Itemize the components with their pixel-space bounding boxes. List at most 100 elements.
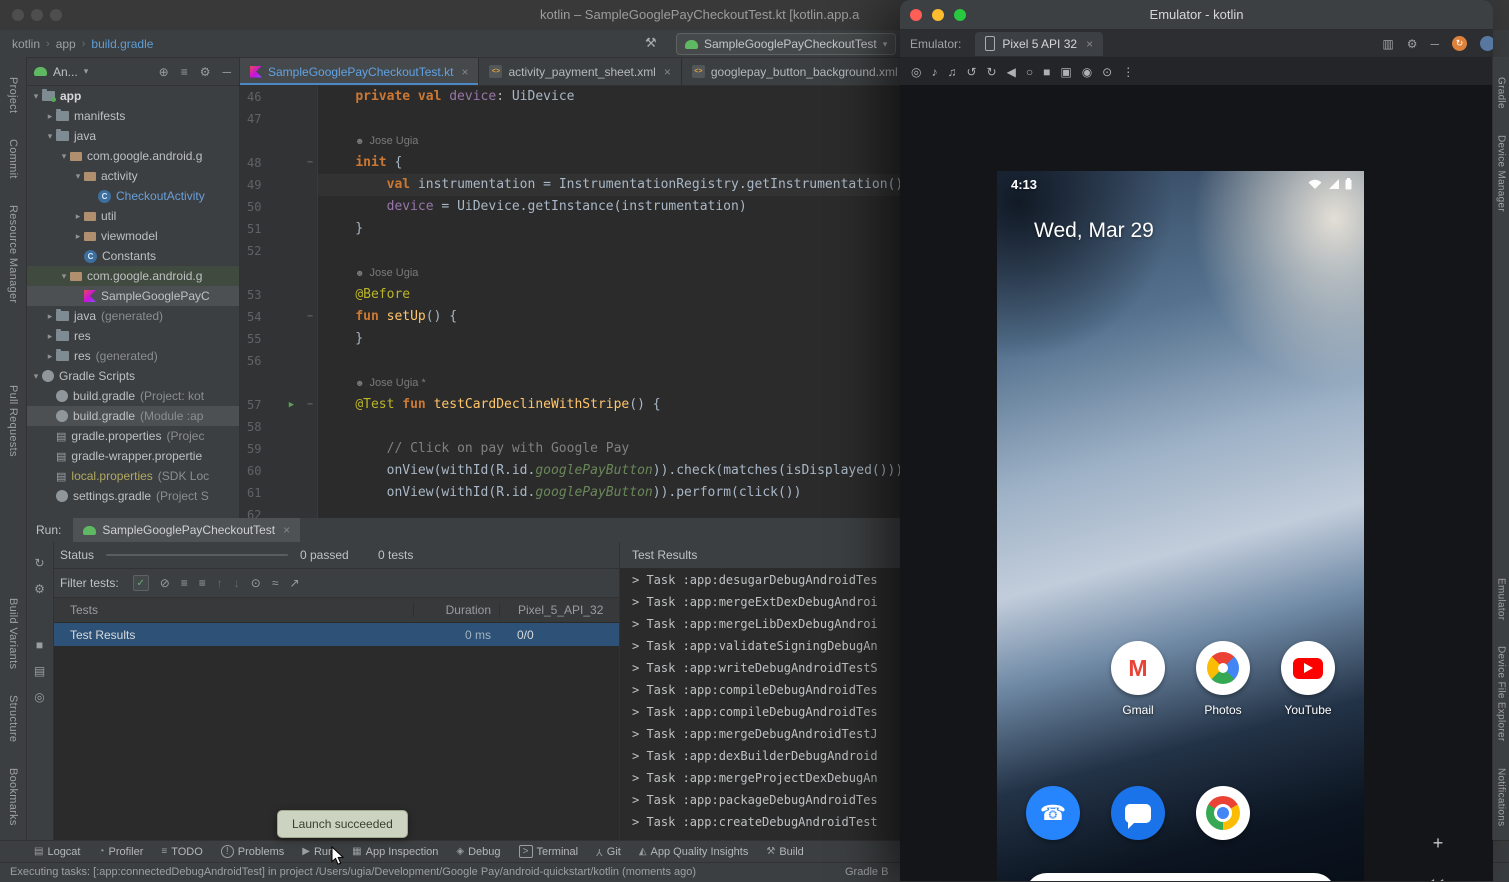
up-icon[interactable]: ↑ bbox=[217, 576, 223, 590]
device-tab[interactable]: Pixel 5 API 32 × bbox=[975, 32, 1103, 56]
tree-item[interactable]: ▤local.properties(SDK Loc bbox=[26, 466, 239, 486]
app-shortcut-youtube[interactable] bbox=[1281, 641, 1335, 695]
tree-item[interactable]: ▾java bbox=[26, 126, 239, 146]
tree-item[interactable]: ▸res(generated) bbox=[26, 346, 239, 366]
search-icon[interactable]: ⊙ bbox=[251, 576, 261, 590]
dock-chrome-shortcut[interactable] bbox=[1196, 786, 1250, 840]
fold-icon[interactable]: − bbox=[303, 394, 317, 416]
tree-item[interactable]: CCheckoutActivity bbox=[26, 186, 239, 206]
check-icon[interactable]: ✓ bbox=[133, 575, 149, 591]
volume-down-icon[interactable]: ♫ bbox=[947, 65, 956, 79]
tree-item[interactable]: ▤gradle.properties(Projec bbox=[26, 426, 239, 446]
more-icon[interactable]: ⋮ bbox=[1122, 65, 1134, 79]
tool-button-structure[interactable]: Structure bbox=[7, 695, 19, 742]
tool-button-commit[interactable]: Commit bbox=[7, 139, 19, 179]
close-icon[interactable]: × bbox=[461, 65, 468, 79]
panel-icon[interactable]: ▥ bbox=[1382, 37, 1393, 51]
tree-item[interactable]: ▾Gradle Scripts bbox=[26, 366, 239, 386]
app-shortcut-gmail[interactable]: M bbox=[1111, 641, 1165, 695]
tree-item[interactable]: ▸manifests bbox=[26, 106, 239, 126]
breadcrumb-item[interactable]: app bbox=[56, 37, 76, 51]
rotate-left-icon[interactable]: ↺ bbox=[966, 65, 976, 79]
export-icon[interactable]: ↗ bbox=[289, 576, 299, 590]
tool-button-build-variants[interactable]: Build Variants bbox=[7, 598, 19, 669]
tool-button-emulator[interactable]: Emulator bbox=[1496, 578, 1507, 620]
tree-item[interactable]: ▸util bbox=[26, 206, 239, 226]
target-icon[interactable]: ⊕ bbox=[159, 65, 169, 79]
tool-button-app-quality-insights[interactable]: ◭App Quality Insights bbox=[639, 846, 749, 858]
test-result-row[interactable]: Test Results0 ms0/0 bbox=[54, 623, 619, 646]
column-header[interactable]: Duration bbox=[413, 603, 499, 617]
tree-item[interactable]: ▾activity bbox=[26, 166, 239, 186]
tree-item[interactable]: ▾com.google.android.g bbox=[26, 266, 239, 286]
tool-button-build[interactable]: ⚒Build bbox=[766, 846, 803, 858]
editor-tab[interactable]: <>activity_payment_sheet.xml× bbox=[479, 58, 681, 85]
camera-icon[interactable]: ◉ bbox=[1082, 65, 1092, 79]
column-header[interactable]: Tests bbox=[54, 603, 413, 617]
tool-button-profiler[interactable]: ◔Profiler bbox=[98, 846, 143, 858]
chevron-icon[interactable]: ▸ bbox=[44, 351, 56, 362]
tree-item[interactable]: ▸java(generated) bbox=[26, 306, 239, 326]
app-shortcut-photos[interactable] bbox=[1196, 641, 1250, 695]
chevron-icon[interactable]: ▾ bbox=[44, 131, 56, 142]
fold-icon[interactable]: − bbox=[303, 306, 317, 328]
tree-item[interactable]: ▤gradle-wrapper.propertie bbox=[26, 446, 239, 466]
dock-phone-shortcut[interactable]: ☎ bbox=[1026, 786, 1080, 840]
tool-button-debug[interactable]: ◈Debug bbox=[456, 846, 500, 858]
close-icon[interactable]: × bbox=[664, 65, 671, 79]
tree-item[interactable]: CConstants bbox=[26, 246, 239, 266]
tool-button-run[interactable]: ▶Run bbox=[302, 846, 334, 858]
volume-up-icon[interactable]: ♪ bbox=[931, 65, 937, 79]
phone-screen[interactable]: 4:13 Wed, Mar 29 MGmailPhotosYouTube ☎ G bbox=[997, 171, 1364, 881]
tree-item[interactable]: ▸res bbox=[26, 326, 239, 346]
chart-icon[interactable]: ≈ bbox=[272, 576, 279, 590]
tool-button-gradle[interactable]: Gradle bbox=[1496, 77, 1507, 109]
tool-button-app-inspection[interactable]: ▦App Inspection bbox=[352, 846, 438, 858]
chevron-icon[interactable]: ▸ bbox=[72, 231, 84, 242]
tree-item[interactable]: build.gradle(Project: kot bbox=[26, 386, 239, 406]
chevron-icon[interactable]: ▾ bbox=[58, 271, 70, 282]
chevron-icon[interactable]: ▾ bbox=[30, 371, 42, 382]
chevron-icon[interactable]: ▸ bbox=[44, 311, 56, 322]
close-window-icon[interactable] bbox=[12, 9, 24, 21]
tool-button-problems[interactable]: !Problems bbox=[221, 845, 284, 858]
tool-button-resource-manager[interactable]: Resource Manager bbox=[7, 205, 19, 303]
chevron-icon[interactable]: ▾ bbox=[58, 151, 70, 162]
breadcrumb-item[interactable]: kotlin bbox=[12, 37, 40, 51]
tool-button-logcat[interactable]: ▤Logcat bbox=[34, 846, 80, 858]
rotate-right-icon[interactable]: ↻ bbox=[987, 65, 997, 79]
ignore-icon[interactable]: ⊘ bbox=[160, 576, 170, 590]
chevron-icon[interactable]: ▸ bbox=[44, 331, 56, 342]
back-icon[interactable]: ◀ bbox=[1007, 65, 1016, 79]
tree-item[interactable]: ▸viewmodel bbox=[26, 226, 239, 246]
google-search-bar[interactable]: G bbox=[1025, 873, 1336, 881]
list-icon[interactable]: ▤ bbox=[26, 658, 54, 684]
chevron-icon[interactable]: ▸ bbox=[72, 211, 84, 222]
power-icon[interactable]: ◎ bbox=[911, 65, 921, 79]
minimize-icon[interactable]: ─ bbox=[1430, 37, 1439, 51]
tool-button-terminal[interactable]: >Terminal bbox=[519, 845, 579, 858]
tool-button-pull-requests[interactable]: Pull Requests bbox=[7, 385, 19, 457]
tool-button-bookmarks[interactable]: Bookmarks bbox=[7, 768, 19, 826]
column-header[interactable]: Pixel_5_API_32 bbox=[499, 603, 619, 617]
editor-tab[interactable]: <>googlepay_button_background.xml× bbox=[682, 58, 924, 85]
run-test-icon[interactable]: ▶ bbox=[280, 394, 303, 416]
minimize-window-icon[interactable] bbox=[31, 9, 43, 21]
tool-button-notifications[interactable]: Notifications bbox=[1496, 768, 1507, 826]
tool-button-project[interactable]: Project bbox=[7, 77, 19, 113]
chevron-icon[interactable]: ▾ bbox=[30, 91, 42, 102]
gear-icon[interactable]: ⚙ bbox=[1407, 37, 1418, 51]
close-icon[interactable]: × bbox=[283, 523, 290, 537]
close-icon[interactable]: × bbox=[1086, 37, 1093, 51]
chevron-icon[interactable]: ▸ bbox=[44, 111, 56, 122]
chevron-icon[interactable]: ▾ bbox=[72, 171, 84, 182]
snapshot-icon[interactable]: ⊙ bbox=[1102, 65, 1112, 79]
gear-icon[interactable]: ⚙ bbox=[200, 65, 211, 79]
run-configuration-select[interactable]: SampleGooglePayCheckoutTest ▾ bbox=[676, 33, 896, 55]
run-configuration-tab[interactable]: SampleGooglePayCheckoutTest × bbox=[73, 518, 300, 542]
dock-messages-shortcut[interactable] bbox=[1111, 786, 1165, 840]
tree-item[interactable]: ▾com.google.android.g bbox=[26, 146, 239, 166]
notification-icon[interactable]: ↻ bbox=[1452, 36, 1467, 51]
collapse-icon[interactable]: ≡ bbox=[199, 576, 206, 590]
down-icon[interactable]: ↓ bbox=[234, 576, 240, 590]
